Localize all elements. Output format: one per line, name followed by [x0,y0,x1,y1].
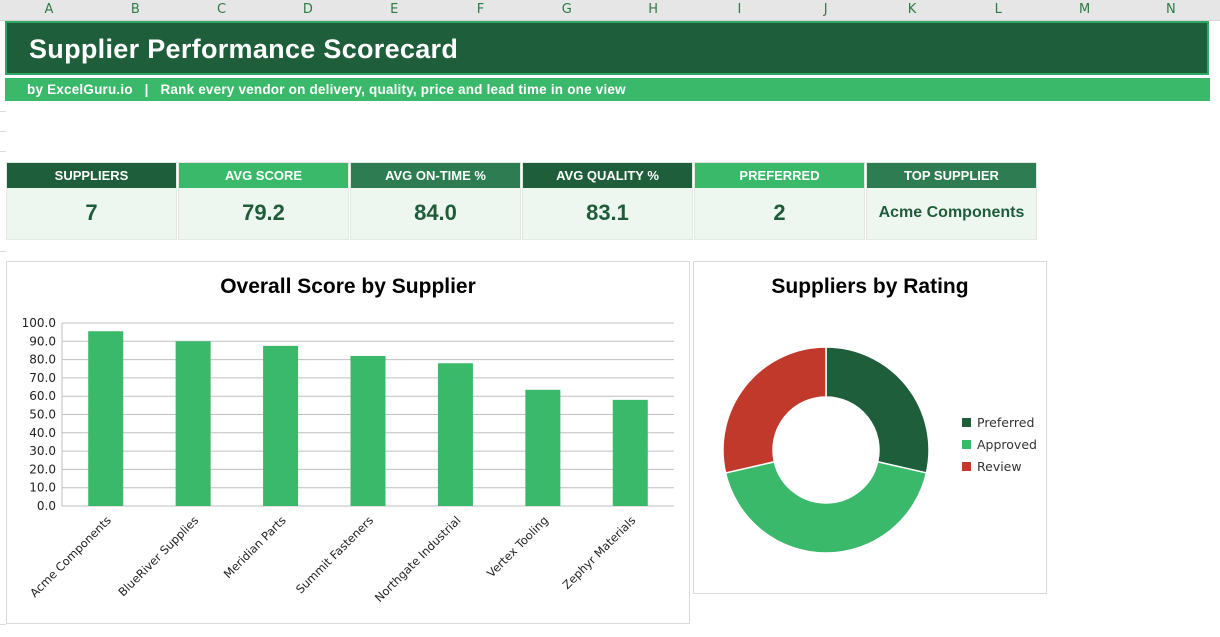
kpi-value: 84.0 [414,200,457,225]
column-header-c[interactable]: C [207,0,237,20]
y-tick-label: 30.0 [29,444,56,458]
legend-item-review: Review [962,456,1037,478]
row-gridline [0,111,6,112]
kpi-label: PREFERRED [695,163,864,188]
legend-label: Review [977,459,1022,474]
column-header-j[interactable]: J [811,0,841,20]
x-tick-label: Summit Fasteners [293,513,376,596]
legend-label: Preferred [977,415,1035,430]
y-tick-label: 60.0 [29,389,56,403]
legend-swatch [962,462,971,471]
y-tick-label: 100.0 [22,316,56,330]
y-tick-label: 20.0 [29,462,56,476]
bar[interactable] [437,363,473,506]
column-header-l[interactable]: L [983,0,1013,20]
bar[interactable] [263,345,299,506]
row-gridline [0,131,6,132]
column-header-e[interactable]: E [379,0,409,20]
donut-slice-approved[interactable] [724,460,928,554]
kpi-card-avg-quality[interactable]: AVG QUALITY % 83.1 [522,162,693,240]
donut-slice-preferred[interactable] [825,346,930,474]
row-gridline [0,151,6,152]
title-banner[interactable]: Supplier Performance Scorecard [5,21,1209,75]
y-tick-label: 10.0 [29,481,56,495]
column-header-m[interactable]: M [1070,0,1100,20]
column-header-a[interactable]: A [34,0,64,20]
column-header-k[interactable]: K [897,0,927,20]
x-tick-label: Meridian Parts [221,513,289,581]
column-header-d[interactable]: D [293,0,323,20]
legend-label: Approved [977,437,1037,452]
donut-slice-review[interactable] [722,346,827,474]
x-tick-label: Northgate Industrial [372,513,464,605]
page-title: Supplier Performance Scorecard [29,34,459,64]
row-gridline [0,251,6,252]
column-header-h[interactable]: H [638,0,668,20]
kpi-value: 79.2 [242,200,285,225]
page-subtitle: by ExcelGuru.io | Rank every vendor on d… [27,82,626,97]
legend-swatch [962,418,971,427]
donut-legend: Preferred Approved Review [962,412,1037,478]
y-tick-label: 80.0 [29,353,56,367]
donut-chart-panel[interactable]: Suppliers by Rating Preferred Approved R… [693,261,1047,594]
column-header-g[interactable]: G [552,0,582,20]
bar[interactable] [175,341,211,506]
y-tick-label: 70.0 [29,371,56,385]
column-header-bar: A B C D E F G H I J K L M N [0,0,1220,21]
kpi-value: 83.1 [586,200,629,225]
bar-chart: 0.0 10.0 20.0 30.0 40.0 50.0 60.0 70.0 80.0 90.0 1… [22,316,674,605]
x-tick-label: Zephyr Materials [560,513,639,592]
column-header-f[interactable]: F [466,0,496,20]
kpi-value: Acme Components [878,204,1025,221]
y-tick-label: 40.0 [29,426,56,440]
kpi-card-avg-on-time[interactable]: AVG ON-TIME % 84.0 [350,162,521,240]
kpi-value: 2 [773,200,786,225]
column-header-b[interactable]: B [120,0,150,20]
y-tick-label: 50.0 [29,408,56,422]
x-tick-label: BlueRiver Supplies [115,513,201,599]
x-tick-label: Vertex Tooling [484,513,551,580]
legend-item-approved: Approved [962,434,1037,456]
kpi-label: AVG QUALITY % [523,163,692,188]
bar[interactable] [88,331,124,506]
kpi-label: TOP SUPPLIER [867,163,1036,188]
column-header-i[interactable]: I [724,0,754,20]
legend-item-preferred: Preferred [962,412,1037,434]
kpi-card-preferred[interactable]: PREFERRED 2 [694,162,865,240]
y-tick-label: 0.0 [37,499,56,513]
column-header-n[interactable]: N [1156,0,1186,20]
kpi-card-avg-score[interactable]: AVG SCORE 79.2 [178,162,349,240]
kpi-card-suppliers[interactable]: SUPPLIERS 7 [6,162,177,240]
bar[interactable] [612,399,648,506]
subtitle-banner[interactable]: by ExcelGuru.io | Rank every vendor on d… [5,78,1210,101]
bar-chart-panel[interactable]: Overall Score by Supplier 0.0 10.0 20.0 30.… [6,261,690,624]
y-tick-label: 90.0 [29,334,56,348]
kpi-label: AVG SCORE [179,163,348,188]
bar[interactable] [350,355,386,506]
legend-swatch [962,440,971,449]
kpi-value: 7 [85,200,98,225]
row-gridline [0,624,6,625]
kpi-label: SUPPLIERS [7,163,176,188]
kpi-card-top-supplier[interactable]: TOP SUPPLIER Acme Components [866,162,1037,240]
x-tick-label: Acme Components [27,513,114,600]
kpi-label: AVG ON-TIME % [351,163,520,188]
bar[interactable] [525,389,561,506]
